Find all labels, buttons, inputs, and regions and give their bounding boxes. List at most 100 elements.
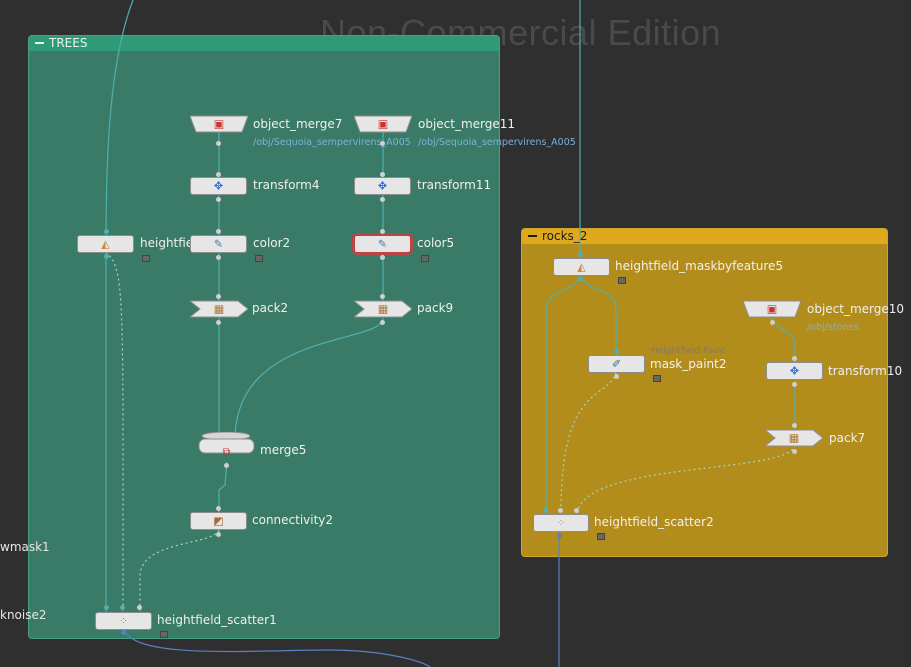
lock-icon bbox=[421, 255, 429, 262]
wire bbox=[234, 317, 384, 441]
node-label: pack2 bbox=[252, 301, 289, 315]
node-pack7[interactable]: ▦ bbox=[765, 429, 823, 447]
object-merge-icon: ▣ bbox=[766, 302, 778, 316]
input-connector[interactable] bbox=[104, 229, 109, 234]
wire bbox=[576, 444, 796, 516]
color-icon: ✎ bbox=[213, 237, 224, 251]
node-pack2[interactable]: ▦ bbox=[190, 300, 248, 318]
output-connector[interactable] bbox=[380, 141, 385, 146]
input-connector[interactable] bbox=[792, 356, 797, 361]
input-connector[interactable] bbox=[614, 349, 619, 354]
output-connector[interactable] bbox=[216, 532, 221, 537]
output-connector[interactable] bbox=[578, 277, 583, 282]
node-label: object_merge7 bbox=[253, 117, 343, 131]
output-connector[interactable] bbox=[216, 197, 221, 202]
input-connector[interactable] bbox=[380, 172, 385, 177]
node-heightfield-scatter2[interactable]: ⁘ bbox=[533, 514, 589, 532]
node-mask-paint2[interactable]: ✐ bbox=[588, 355, 645, 373]
input-connector[interactable] bbox=[216, 506, 221, 511]
output-connector[interactable] bbox=[121, 630, 126, 635]
lock-icon bbox=[618, 277, 626, 284]
heightfield-icon: ◭ bbox=[577, 260, 586, 274]
lock-icon bbox=[160, 631, 168, 638]
output-connector[interactable] bbox=[380, 197, 385, 202]
node-merge5[interactable]: ⧉ bbox=[198, 432, 255, 460]
node-transform10[interactable]: ✥ bbox=[766, 362, 823, 380]
node-label: object_merge10 bbox=[807, 302, 905, 316]
wire bbox=[105, 0, 134, 243]
node-label: object_merge11 bbox=[418, 117, 516, 131]
node-type-hint: Heightfield Paint bbox=[651, 346, 726, 356]
transform-icon: ✥ bbox=[213, 179, 224, 193]
output-connector[interactable] bbox=[557, 533, 562, 538]
wire bbox=[139, 529, 220, 615]
input-connector[interactable] bbox=[578, 252, 583, 257]
output-connector[interactable] bbox=[216, 255, 221, 260]
input-connector[interactable] bbox=[558, 508, 563, 513]
output-connector[interactable] bbox=[216, 320, 221, 325]
lock-icon bbox=[255, 255, 263, 262]
node-label: color5 bbox=[417, 236, 455, 250]
pack-icon: ▦ bbox=[788, 431, 800, 445]
node-heightfield-scatter1[interactable]: ⁘ bbox=[95, 612, 152, 630]
pack-icon: ▦ bbox=[377, 302, 389, 316]
node-label: heightfield_maskbyfeature5 bbox=[615, 259, 784, 273]
node-transform4[interactable]: ✥ bbox=[190, 177, 247, 195]
node-path: /obj/Sequoia_sempervirens_A005 bbox=[253, 137, 411, 148]
transform-icon: ✥ bbox=[377, 179, 388, 193]
node-color2[interactable]: ✎ bbox=[190, 235, 247, 253]
node-object-merge11[interactable]: ▣ bbox=[354, 115, 412, 133]
lock-icon bbox=[653, 375, 661, 382]
node-object-merge10[interactable]: ▣ bbox=[743, 300, 801, 318]
output-connector[interactable] bbox=[380, 255, 385, 260]
object-merge-icon: ▣ bbox=[377, 117, 389, 131]
node-label: merge5 bbox=[260, 443, 307, 457]
node-color5[interactable]: ✎ bbox=[352, 233, 413, 255]
output-connector[interactable] bbox=[614, 374, 619, 379]
wire bbox=[123, 627, 431, 667]
node-label: mask_paint2 bbox=[650, 357, 727, 371]
input-connector[interactable] bbox=[216, 172, 221, 177]
output-connector[interactable] bbox=[770, 320, 775, 325]
merge-icon: ⧉ bbox=[222, 445, 231, 459]
input-connector[interactable] bbox=[137, 605, 142, 610]
node-path: /obj/Sequoia_sempervirens_A005 bbox=[418, 137, 576, 148]
offscreen-node-label: wmask1 bbox=[0, 540, 50, 554]
node-heightfield-maskbyfeature5[interactable]: ◭ bbox=[553, 258, 610, 276]
transform-icon: ✥ bbox=[789, 364, 800, 378]
paint-icon: ✐ bbox=[611, 357, 622, 371]
output-connector[interactable] bbox=[792, 449, 797, 454]
node-transform11[interactable]: ✥ bbox=[354, 177, 411, 195]
input-connector[interactable] bbox=[543, 508, 548, 513]
node-label: transform10 bbox=[828, 364, 903, 378]
output-connector[interactable] bbox=[380, 320, 385, 325]
node-label: color2 bbox=[253, 236, 291, 250]
node-object-merge7[interactable]: ▣ bbox=[190, 115, 248, 133]
input-connector[interactable] bbox=[792, 423, 797, 428]
input-connector[interactable] bbox=[574, 508, 579, 513]
node-label: connectivity2 bbox=[252, 513, 334, 527]
node-connectivity2[interactable]: ◩ bbox=[190, 512, 247, 530]
input-connector[interactable] bbox=[104, 605, 109, 610]
input-connector[interactable] bbox=[216, 229, 221, 234]
node-label: transform4 bbox=[253, 178, 320, 192]
wire bbox=[545, 271, 581, 515]
node-pack9[interactable]: ▦ bbox=[354, 300, 412, 318]
input-connector[interactable] bbox=[380, 229, 385, 234]
output-connector[interactable] bbox=[104, 254, 109, 259]
connectivity-icon: ◩ bbox=[213, 514, 224, 528]
output-connector[interactable] bbox=[224, 463, 229, 468]
input-connector[interactable] bbox=[380, 294, 385, 299]
input-connector[interactable] bbox=[120, 605, 125, 610]
output-connector[interactable] bbox=[216, 141, 221, 146]
node-label: transform11 bbox=[417, 178, 492, 192]
node-heightfield-maskbyfeature4[interactable]: ◭ bbox=[77, 235, 134, 253]
output-connector[interactable] bbox=[792, 382, 797, 387]
node-path: /obj/stones bbox=[807, 322, 860, 333]
scatter-icon: ⁘ bbox=[556, 516, 566, 530]
wire-layer bbox=[105, 0, 796, 667]
input-connector[interactable] bbox=[216, 294, 221, 299]
offscreen-node-label: knoise2 bbox=[0, 608, 47, 622]
scatter-icon: ⁘ bbox=[118, 614, 129, 628]
lock-icon bbox=[142, 255, 150, 262]
